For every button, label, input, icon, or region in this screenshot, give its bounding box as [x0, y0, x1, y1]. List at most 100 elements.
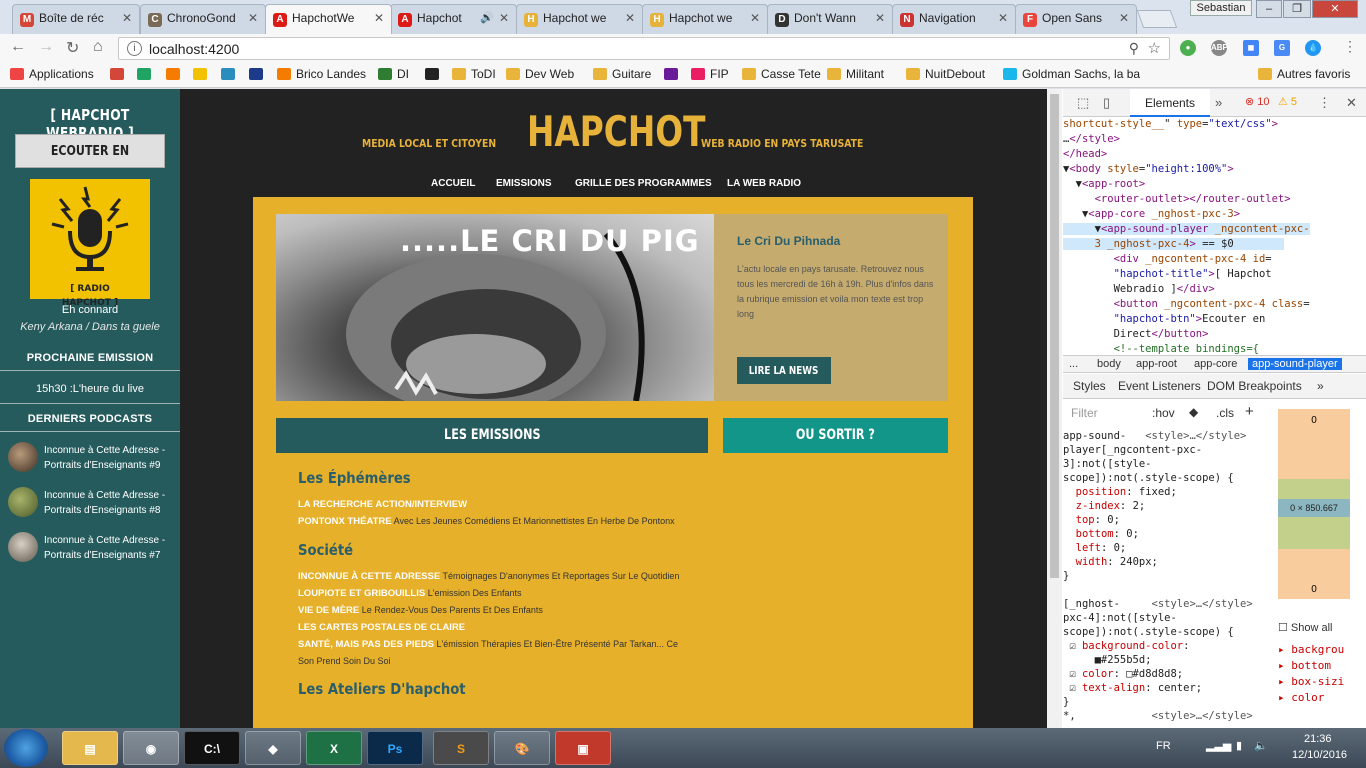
- maximize-button[interactable]: ❐: [1283, 0, 1311, 18]
- profile-button[interactable]: Sebastian: [1190, 0, 1252, 16]
- zoom-icon[interactable]: ⚲: [1129, 40, 1139, 57]
- warnings-icon[interactable]: ⚠ 5: [1278, 95, 1297, 108]
- translate-icon[interactable]: G: [1274, 40, 1290, 56]
- bookmark-item[interactable]: Dev Web: [506, 67, 574, 81]
- close-tab-icon[interactable]: ✕: [499, 11, 509, 25]
- close-tab-icon[interactable]: ✕: [1119, 11, 1129, 25]
- tab-styles[interactable]: Styles: [1073, 379, 1106, 393]
- tab-elements[interactable]: Elements: [1130, 89, 1210, 117]
- tab-event-listeners[interactable]: Event Listeners: [1118, 379, 1201, 393]
- bookmark-item[interactable]: NuitDebout: [906, 67, 985, 81]
- minimize-button[interactable]: –: [1256, 0, 1282, 18]
- emissions-button[interactable]: LES EMISSIONS: [276, 418, 708, 453]
- browser-tab[interactable]: D Don't Wann ✕: [767, 4, 893, 34]
- network-icon[interactable]: ▂▃▅: [1206, 739, 1231, 752]
- dom-tree[interactable]: shortcut-style__" type="text/css"> …</st…: [1063, 117, 1366, 357]
- browser-tab[interactable]: C ChronoGond ✕: [140, 4, 266, 34]
- show-all-checkbox[interactable]: ☐ Show all: [1278, 620, 1353, 636]
- bookmark-item[interactable]: Guitare: [593, 67, 651, 81]
- bookmark-item[interactable]: Brico Landes: [277, 67, 366, 81]
- menu-icon[interactable]: ⋮: [1343, 38, 1357, 55]
- paint-icon[interactable]: 🎨: [494, 731, 550, 765]
- close-devtools-icon[interactable]: ✕: [1346, 95, 1357, 111]
- browser-tab[interactable]: A HapchotWe ✕: [265, 4, 392, 34]
- new-tab-button[interactable]: [1136, 10, 1178, 28]
- info-icon[interactable]: i: [127, 41, 142, 56]
- bookmark-item[interactable]: [249, 67, 268, 81]
- bookmark-item[interactable]: Militant: [827, 67, 884, 81]
- start-button[interactable]: [4, 729, 48, 767]
- listen-live-button[interactable]: ECOUTER EN DIRECT: [15, 134, 165, 193]
- bookmark-item[interactable]: Casse Tete: [742, 67, 821, 81]
- ou-sortir-button[interactable]: OU SORTIR ?: [723, 418, 948, 453]
- color-palette-icon[interactable]: ◆: [1189, 405, 1198, 419]
- emission-item[interactable]: SANTÉ, MAIS PAS DES PIEDS L'émission Thé…: [298, 636, 688, 669]
- close-tab-icon[interactable]: ✕: [998, 11, 1008, 25]
- url-text[interactable]: localhost:4200: [149, 41, 239, 57]
- bookmark-item[interactable]: ToDI: [452, 67, 496, 81]
- errors-icon[interactable]: ⊗ 10: [1245, 95, 1270, 108]
- clock-date[interactable]: 12/10/2016: [1292, 749, 1347, 761]
- adblock-icon[interactable]: ABP: [1211, 40, 1228, 56]
- tab-dom-breakpoints[interactable]: DOM Breakpoints: [1207, 379, 1302, 393]
- close-tab-icon[interactable]: ✕: [875, 11, 885, 25]
- browser-tab[interactable]: H Hapchot we ✕: [642, 4, 768, 34]
- hov-toggle[interactable]: :hov: [1152, 406, 1175, 420]
- bookmark-item[interactable]: FIP: [691, 67, 729, 81]
- explorer-icon[interactable]: ▤: [62, 731, 118, 765]
- inspect-icon[interactable]: ⬚: [1077, 95, 1089, 111]
- browser-tab[interactable]: M Boîte de réc ✕: [12, 4, 140, 34]
- close-tab-icon[interactable]: ✕: [750, 11, 760, 25]
- styles-pane[interactable]: app-sound- <style>…</style> player[_ngco…: [1063, 429, 1263, 728]
- emission-item[interactable]: LES CARTES POSTALES DE CLAIRE: [298, 619, 688, 636]
- close-tab-icon[interactable]: ✕: [374, 11, 384, 25]
- battery-icon[interactable]: ▮: [1236, 739, 1242, 752]
- computed-prop[interactable]: ▸ box-sizi: [1278, 674, 1353, 690]
- podcast-title[interactable]: Inconnue à Cette Adresse - Portraits d'E…: [44, 443, 174, 473]
- styles-filter[interactable]: Filter :hov ◆ .cls +: [1063, 401, 1263, 425]
- podcast-title[interactable]: Inconnue à Cette Adresse - Portraits d'E…: [44, 533, 174, 563]
- settings-menu-icon[interactable]: ⋮: [1318, 95, 1331, 111]
- news-image[interactable]: .....LE CRI DU PIG: [276, 214, 714, 401]
- more-tabs-icon[interactable]: »: [1317, 379, 1324, 393]
- home-icon[interactable]: ⌂: [93, 38, 103, 56]
- browser-tab[interactable]: N Navigation ✕: [892, 4, 1016, 34]
- podcast-item[interactable]: Inconnue à Cette Adresse - Portraits d'E…: [8, 532, 178, 568]
- emission-item[interactable]: LOUPIOTE ET GRIBOUILLIS L'emission Des E…: [298, 585, 688, 602]
- language-indicator[interactable]: FR: [1156, 740, 1171, 752]
- bookmark-item[interactable]: [110, 67, 129, 81]
- read-news-button[interactable]: LIRE LA NEWS: [737, 357, 831, 384]
- bookmark-star-icon[interactable]: ☆: [1148, 39, 1161, 57]
- photoshop-icon[interactable]: Ps: [367, 731, 423, 765]
- reload-icon[interactable]: ↻: [66, 38, 79, 58]
- bookmark-item[interactable]: [166, 67, 185, 81]
- bookmark-item[interactable]: DI: [378, 67, 409, 81]
- crumb[interactable]: app-core: [1194, 358, 1237, 370]
- bookmark-item[interactable]: [137, 67, 156, 81]
- emission-item[interactable]: PONTONX THÉATRE Avec Les Jeunes Comédien…: [298, 513, 688, 530]
- extension-colorful-icon[interactable]: ◼: [1243, 40, 1259, 56]
- close-tab-icon[interactable]: ✕: [248, 11, 258, 25]
- computed-prop[interactable]: ▸ color: [1278, 690, 1353, 706]
- nav-grille[interactable]: GRILLE DES PROGRAMMES: [575, 178, 712, 189]
- nav-accueil[interactable]: ACCUEIL: [431, 178, 475, 189]
- clock-time[interactable]: 21:36: [1304, 733, 1332, 745]
- crumb-active[interactable]: app-sound-player: [1248, 358, 1342, 370]
- nav-emissions[interactable]: EMISSIONS: [496, 178, 552, 189]
- computed-prop[interactable]: ▸ backgrou: [1278, 642, 1353, 658]
- bookmark-item[interactable]: [664, 67, 683, 81]
- bookmark-item[interactable]: Autres favoris: [1258, 67, 1350, 81]
- bookmark-item[interactable]: [425, 67, 444, 81]
- address-bar[interactable]: i localhost:4200 ⚲ ☆: [118, 37, 1170, 60]
- chrome-icon[interactable]: ◉: [123, 731, 179, 765]
- sublime-icon[interactable]: S: [433, 731, 489, 765]
- crumb[interactable]: app-root: [1136, 358, 1177, 370]
- bookmark-item[interactable]: Goldman Sachs, la ba: [1003, 67, 1140, 81]
- emission-item[interactable]: VIE DE MÈRE Le Rendez-Vous Des Parents E…: [298, 602, 688, 619]
- page-scrollbar[interactable]: [1047, 89, 1062, 728]
- close-window-button[interactable]: ✕: [1312, 0, 1358, 18]
- forward-icon[interactable]: →: [38, 38, 54, 56]
- podcast-item[interactable]: Inconnue à Cette Adresse - Portraits d'E…: [8, 442, 178, 478]
- site-logo[interactable]: HAPCHOT: [527, 107, 705, 156]
- cls-toggle[interactable]: .cls: [1216, 406, 1234, 420]
